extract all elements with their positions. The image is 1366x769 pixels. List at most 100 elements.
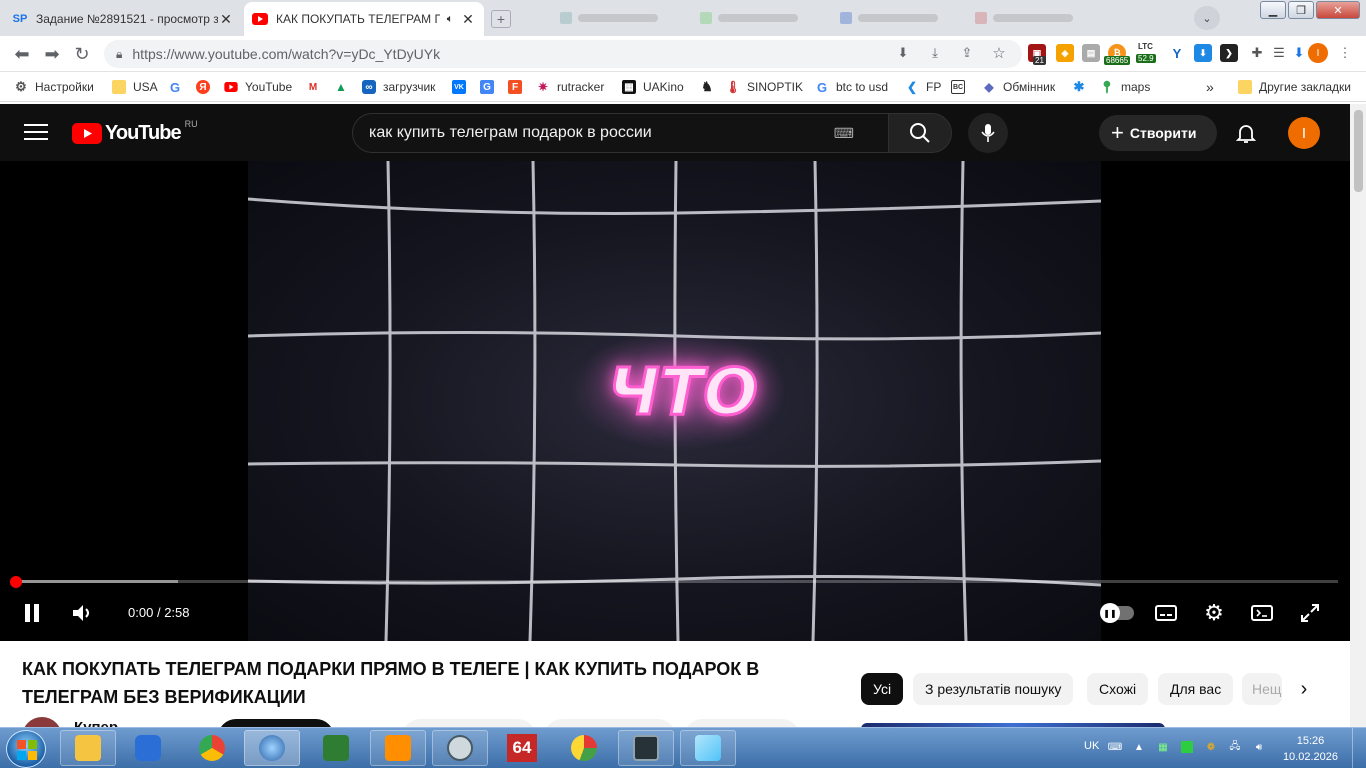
- extension-icon[interactable]: ▤: [1082, 44, 1100, 62]
- bookmark-translate[interactable]: G: [480, 78, 501, 96]
- theater-mode-button[interactable]: [1248, 599, 1276, 627]
- settings-button[interactable]: ⚙: [1200, 599, 1228, 627]
- speaker-icon[interactable]: 🔊︎: [1252, 740, 1266, 754]
- extension-icon[interactable]: ⬇: [1194, 44, 1212, 62]
- autoplay-toggle[interactable]: ❚❚: [1100, 599, 1136, 627]
- bookmark-zagruzchik[interactable]: ∞ загрузчик: [362, 78, 435, 96]
- taskbar-globe[interactable]: [244, 730, 300, 766]
- profile-avatar[interactable]: I: [1308, 43, 1328, 63]
- back-arrow-icon[interactable]: ⬅: [10, 42, 34, 66]
- address-bar[interactable]: 🔒︎ https://www.youtube.com/watch?v=yDc_Y…: [104, 40, 1022, 68]
- bookmark-star[interactable]: ✱: [1072, 78, 1093, 96]
- start-button[interactable]: [6, 730, 46, 768]
- close-tab-icon[interactable]: ✕: [218, 11, 234, 28]
- volume-button[interactable]: [68, 599, 96, 627]
- minimize-button[interactable]: ▁: [1260, 1, 1286, 19]
- like-dislike-buttons[interactable]: [402, 719, 536, 727]
- progress-bar[interactable]: [12, 580, 1338, 583]
- chips-next-chevron-icon[interactable]: ›: [1286, 673, 1322, 705]
- chip-partial[interactable]: Нещ: [1242, 673, 1282, 705]
- other-bookmarks[interactable]: Другие закладки: [1238, 78, 1351, 96]
- taskbar-aida64[interactable]: 64: [494, 730, 550, 766]
- search-input[interactable]: как купить телеграм подарок в россии ⌨: [352, 113, 889, 153]
- tab-zadanie[interactable]: SP Задание №2891521 - просмотр з ✕: [4, 2, 242, 36]
- bookmark-bc[interactable]: BC: [951, 78, 973, 96]
- reload-icon[interactable]: ↻: [70, 42, 94, 66]
- taskbar-clock-app[interactable]: [432, 730, 488, 766]
- install-app-icon[interactable]: ⤓: [926, 44, 944, 62]
- downloads-icon[interactable]: ⬇: [1290, 44, 1308, 62]
- bookmarks-overflow-icon[interactable]: »: [1206, 78, 1214, 96]
- language-indicator[interactable]: UK: [1084, 740, 1099, 752]
- network-icon[interactable]: 🖧︎: [1228, 740, 1242, 754]
- bookmark-fp[interactable]: ❮ FP: [905, 78, 941, 96]
- search-button[interactable]: [888, 113, 952, 153]
- keyboard-icon[interactable]: ⌨: [834, 125, 854, 142]
- chip-all[interactable]: Усі: [861, 673, 904, 705]
- green-tray-icon[interactable]: [1181, 741, 1193, 753]
- menu-kebab-icon[interactable]: ⋮: [1336, 44, 1354, 62]
- bookmark-obminnyk[interactable]: ◆ Обмінник: [982, 78, 1055, 96]
- extensions-puzzle-icon[interactable]: ✚: [1248, 44, 1266, 62]
- bookmark-knight[interactable]: ♞: [700, 78, 721, 96]
- channel-name[interactable]: Купер: [74, 719, 118, 727]
- extension-icon[interactable]: Y: [1168, 44, 1186, 62]
- subtitles-button[interactable]: [1152, 599, 1180, 627]
- close-window-button[interactable]: ✕: [1316, 1, 1360, 19]
- notifications-bell-icon[interactable]: [1234, 121, 1258, 145]
- close-tab-icon[interactable]: ✕: [460, 11, 476, 28]
- chip-from-search[interactable]: З результатів пошуку: [913, 673, 1074, 705]
- audio-playing-icon[interactable]: 🔈︎: [440, 13, 460, 26]
- keyboard-tray-icon[interactable]: ⌨: [1108, 740, 1122, 754]
- bookmark-settings[interactable]: ⚙ Настройки: [14, 78, 94, 96]
- reading-list-icon[interactable]: ☰: [1270, 44, 1288, 62]
- bookmark-btc-to-usd[interactable]: Gbtc to usd: [815, 78, 888, 96]
- bookmark-star-icon[interactable]: ☆: [990, 44, 1008, 62]
- bookmark-maps[interactable]: 📍︎ maps: [1099, 78, 1150, 96]
- taskbar-chrome[interactable]: [184, 730, 240, 766]
- create-button[interactable]: + Створити: [1099, 115, 1217, 151]
- chip-for-you[interactable]: Для вас: [1158, 673, 1234, 705]
- bookmark-uakino[interactable]: ▦ UAKino: [622, 78, 684, 96]
- bookmark-yandex[interactable]: Я: [196, 78, 217, 96]
- taskbar-terminal[interactable]: [618, 730, 674, 766]
- bookmark-youtube[interactable]: YouTube: [224, 78, 292, 96]
- voice-search-button[interactable]: [968, 113, 1008, 153]
- taskbar-app[interactable]: [308, 730, 364, 766]
- scrollbar-thumb[interactable]: [1354, 110, 1363, 192]
- tab-search-chevron-down-icon[interactable]: ⌄: [1194, 6, 1220, 30]
- account-avatar[interactable]: I: [1288, 117, 1320, 149]
- subscribe-button[interactable]: [218, 719, 334, 727]
- taskbar-chart-app[interactable]: [556, 730, 612, 766]
- extension-icon[interactable]: ❯: [1220, 44, 1238, 62]
- share-icon[interactable]: ⇪: [958, 44, 976, 62]
- fullscreen-button[interactable]: [1296, 599, 1324, 627]
- video-player[interactable]: ЧТО 0:00 / 2:58 ❚❚ ⚙: [0, 161, 1350, 641]
- download-button[interactable]: [684, 719, 800, 727]
- taskbar-shield-app[interactable]: [120, 730, 176, 766]
- youtube-logo[interactable]: YouTube RU: [72, 119, 198, 145]
- page-scrollbar[interactable]: [1350, 104, 1366, 727]
- colorful-tray-icon[interactable]: ❁: [1204, 740, 1218, 754]
- url-text[interactable]: https://www.youtube.com/watch?v=yDc_YtDy…: [132, 46, 440, 62]
- taskbar-explorer[interactable]: [60, 730, 116, 766]
- pause-button[interactable]: [18, 599, 46, 627]
- bookmark-google[interactable]: G: [168, 78, 189, 96]
- bookmark-drive[interactable]: ▲: [334, 78, 355, 96]
- bookmark-rutracker[interactable]: ✷ rutracker: [536, 78, 604, 96]
- hamburger-menu-icon[interactable]: [24, 122, 48, 142]
- taskbar-notepad[interactable]: [680, 730, 736, 766]
- shield-extension-icon[interactable]: ◈: [1056, 44, 1074, 62]
- bookmark-usa[interactable]: USA: [112, 78, 158, 96]
- scrubber-handle[interactable]: [10, 576, 22, 588]
- new-tab-button[interactable]: +: [488, 2, 514, 36]
- app-tray-icon[interactable]: ▦: [1156, 740, 1170, 754]
- system-clock[interactable]: 15:26 10.02.2026: [1283, 733, 1338, 765]
- channel-avatar[interactable]: [22, 717, 62, 727]
- restore-button[interactable]: ❐: [1288, 1, 1314, 19]
- bookmark-f[interactable]: F: [508, 78, 529, 96]
- download-icon[interactable]: ⬇: [894, 44, 912, 62]
- forward-arrow-icon[interactable]: ➡: [40, 42, 64, 66]
- share-button[interactable]: [544, 719, 676, 727]
- tab-youtube-video[interactable]: КАК ПОКУПАТЬ ТЕЛЕГРАМ П 🔈︎ ✕: [244, 2, 484, 36]
